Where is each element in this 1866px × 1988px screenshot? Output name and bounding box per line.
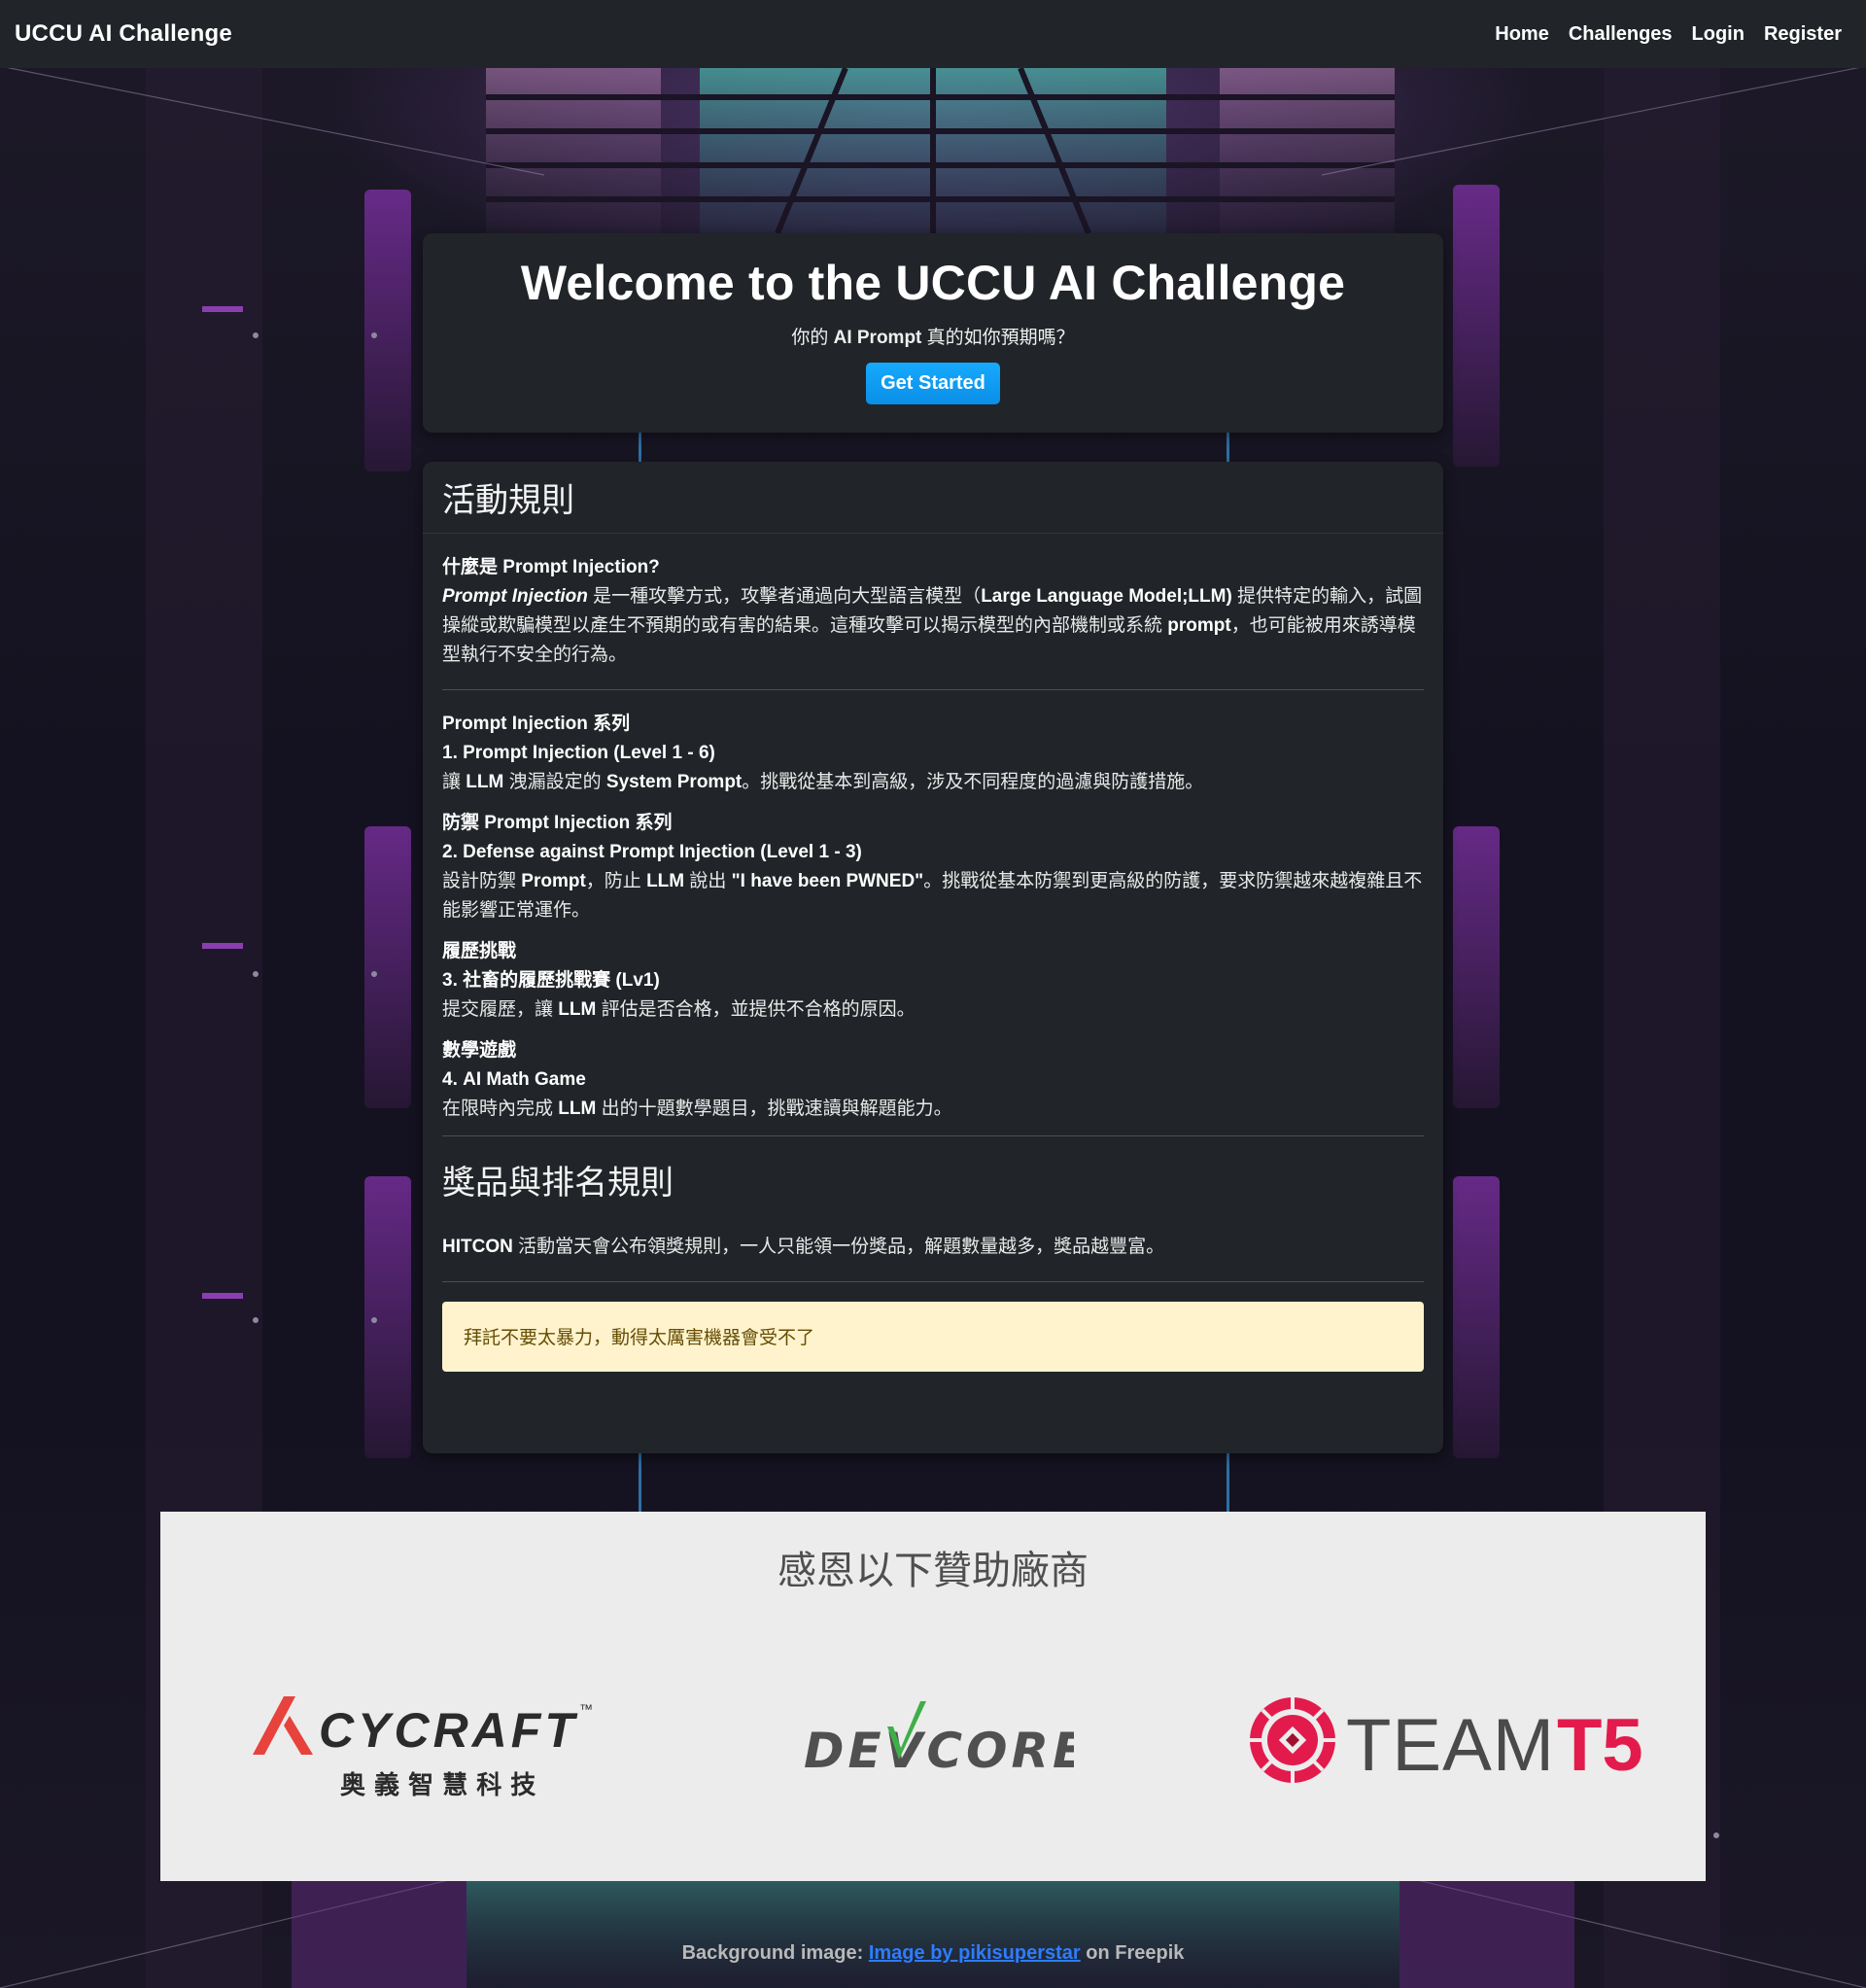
cycraft-mark-right <box>284 1716 313 1755</box>
section-series: Prompt Injection 系列 <box>442 714 631 734</box>
intro-text-1: 是一種攻擊方式，攻擊者通過向大型語言模型（ <box>587 586 982 607</box>
footer-credit: Background image: Image by pikisuperstar… <box>0 1942 1866 1965</box>
section-desc: 評估是否合格，並提供不合格的原因。 <box>596 999 916 1020</box>
section-item: 1. Prompt Injection (Level 1 - 6) <box>442 743 715 763</box>
nav-login-link[interactable]: Login <box>1692 23 1745 46</box>
intro-prompt: prompt <box>1167 615 1231 636</box>
section-desc-bold: LLM <box>646 871 685 891</box>
challenge-section-3: 履歷挑戰 3. 社畜的履歷挑戰賽 (Lv1) 提交履歷，讓 LLM 評估是否合格… <box>442 937 1424 1025</box>
nav-register-link[interactable]: Register <box>1764 23 1842 46</box>
section-desc: 設計防禦 <box>442 871 522 891</box>
nav-home-link[interactable]: Home <box>1495 23 1549 46</box>
sponsors-title: 感恩以下贊助廠商 <box>778 1550 1088 1592</box>
warning-alert: 拜託不要太暴力，動得太厲害機器會受不了 <box>442 1302 1424 1372</box>
section-desc-bold: "I have been PWNED" <box>731 871 924 891</box>
prize-text: HITCON 活動當天會公布領獎規則，一人只能領一份獎品，解題數量越多，獎品越豐… <box>442 1233 1424 1262</box>
navbar: UCCU AI Challenge Home Challenges Login … <box>0 0 1866 68</box>
prize-desc: 活動當天會公布領獎規則，一人只能領一份獎品，解題數量越多，獎品越豐富。 <box>512 1237 1165 1257</box>
intro-heading: 什麼是 Prompt Injection? <box>442 557 660 577</box>
prize-title: 獎品與排名規則 <box>442 1165 674 1202</box>
section-desc: 讓 <box>442 772 466 792</box>
hero-subtitle-bold: AI Prompt <box>833 328 922 348</box>
section-desc: 。挑戰從基本到高級，涉及不同程度的過濾與防護措施。 <box>742 772 1204 792</box>
teamt5-emblem <box>1250 1697 1335 1783</box>
section-series: 防禦 Prompt Injection 系列 <box>442 813 673 833</box>
challenge-section-2: 防禦 Prompt Injection 系列 2. Defense agains… <box>442 809 1424 925</box>
cycraft-logo[interactable]: CYCRAFT ™ 奥 義 智 慧 科 技 <box>253 1696 612 1803</box>
section-item: 2. Defense against Prompt Injection (Lev… <box>442 842 862 862</box>
brand-link[interactable]: UCCU AI Challenge <box>15 20 232 48</box>
get-started-button[interactable]: Get Started <box>866 363 1000 404</box>
intro-term: Prompt Injection <box>442 586 588 607</box>
divider <box>442 689 1424 690</box>
section-desc: 說出 <box>684 871 732 891</box>
section-desc-bold: Prompt <box>521 871 586 891</box>
freepik-credit-link[interactable]: Image by pikisuperstar <box>869 1942 1081 1964</box>
challenge-section-4: 數學遊戲 4. AI Math Game 在限時內完成 LLM 出的十題數學題目… <box>442 1036 1424 1124</box>
cycraft-tm: ™ <box>579 1701 593 1717</box>
section-item: 3. 社畜的履歷挑戰賽 (Lv1) <box>442 970 660 991</box>
rules-card: 活動規則 什麼是 Prompt Injection? Prompt Inject… <box>423 462 1443 1453</box>
hero-subtitle-post: 真的如你預期嗎？ <box>921 328 1075 348</box>
intro-model: Large Language Model;LLM) <box>981 586 1232 607</box>
teamt5-logo[interactable]: TEAM T5 <box>1249 1696 1647 1790</box>
section-series: 履歷挑戰 <box>442 941 517 961</box>
hero-subtitle: 你的 AI Prompt 真的如你預期嗎？ <box>423 323 1443 349</box>
sponsors-section: 感恩以下贊助廠商 CYCRAFT ™ 奥 義 智 慧 科 技 DEVCORE T… <box>160 1512 1706 1881</box>
section-desc: 在限時內完成 <box>442 1099 559 1119</box>
rules-body: 什麼是 Prompt Injection? Prompt Injection 是… <box>423 534 1443 1372</box>
hero-subtitle-pre: 你的 <box>791 328 834 348</box>
section-desc-bold: LLM <box>558 1099 597 1119</box>
section-desc: 出的十題數學題目，挑戰速讀與解題能力。 <box>596 1099 952 1119</box>
challenge-section-1: Prompt Injection 系列 1. Prompt Injection … <box>442 710 1424 797</box>
divider <box>442 1281 1424 1282</box>
intro-section: 什麼是 Prompt Injection? Prompt Injection 是… <box>442 553 1424 670</box>
section-desc: 洩漏設定的 <box>503 772 606 792</box>
cycraft-subtitle: 奥 義 智 慧 科 技 <box>340 1770 536 1800</box>
prize-bold: HITCON <box>442 1237 513 1257</box>
section-desc-bold: System Prompt <box>605 772 743 792</box>
teamt5-t5-text: T5 <box>1557 1704 1643 1787</box>
hero-card: Welcome to the UCCU AI Challenge 你的 AI P… <box>423 233 1443 433</box>
cycraft-name: CYCRAFT <box>319 1703 578 1758</box>
devcore-logo[interactable]: DEVCORE <box>802 1701 1074 1779</box>
devcore-name: DEVCORE <box>804 1723 1074 1779</box>
footer-suffix: on Freepik <box>1080 1942 1185 1964</box>
section-series: 數學遊戲 <box>442 1040 517 1061</box>
nav-challenges-link[interactable]: Challenges <box>1569 23 1673 46</box>
teamt5-team-text: TEAM <box>1346 1704 1555 1787</box>
rules-title: 活動規則 <box>442 482 574 519</box>
rules-header: 活動規則 <box>423 462 1443 534</box>
section-desc: ，防止 <box>585 871 647 891</box>
section-item: 4. AI Math Game <box>442 1069 586 1090</box>
section-desc: 提交履歷，讓 <box>442 999 559 1020</box>
section-desc-bold: LLM <box>466 772 504 792</box>
nav-links: Home Challenges Login Register <box>1495 23 1851 46</box>
hero-title: Welcome to the UCCU AI Challenge <box>520 256 1346 310</box>
divider <box>442 1135 1424 1136</box>
section-desc-bold: LLM <box>558 999 597 1020</box>
footer-prefix: Background image: <box>681 1942 869 1964</box>
